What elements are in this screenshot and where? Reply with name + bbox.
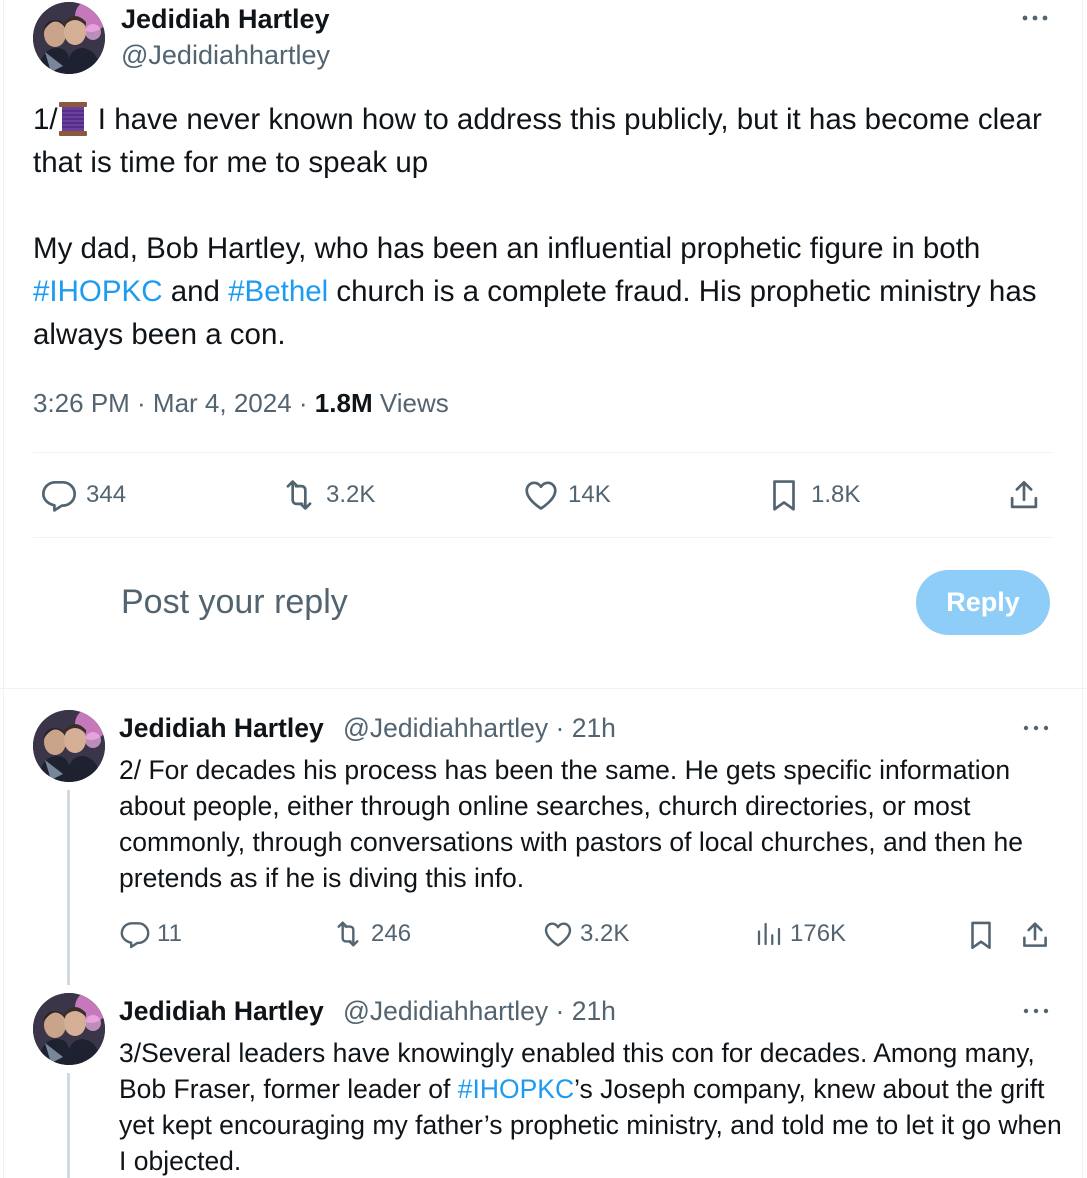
author-name[interactable]: Jedidiah Hartley: [119, 996, 324, 1027]
like-button[interactable]: 3.2K: [542, 918, 629, 950]
divider: [33, 452, 1053, 453]
repost-arrows-icon: [286, 480, 312, 510]
thread-connector-line: [67, 1073, 70, 1178]
post-time: · 21h: [548, 996, 616, 1026]
share-button[interactable]: [1005, 476, 1043, 514]
bookmark-icon: [971, 921, 991, 950]
heart-icon: [544, 922, 572, 947]
hashtag-link[interactable]: #IHOPKC: [458, 1074, 574, 1104]
repost-button[interactable]: 246: [331, 918, 411, 950]
avatar-photo: [33, 993, 105, 1065]
speech-bubble-icon: [120, 922, 150, 949]
tweet-text: 1/ I have never known how to address thi…: [33, 98, 1043, 356]
tweet-text-part: and: [162, 275, 229, 308]
bookmark-button[interactable]: [964, 918, 998, 952]
like-count: 3.2K: [580, 920, 630, 947]
hashtag-link[interactable]: #IHOPKC: [33, 275, 163, 308]
reply-input[interactable]: Post your reply: [121, 583, 348, 622]
avatar[interactable]: [33, 710, 105, 782]
reply-button[interactable]: 11: [119, 918, 182, 950]
views-count: 1.8M: [314, 388, 373, 418]
avatar-photo: [33, 2, 105, 74]
section-divider: [0, 688, 1087, 689]
views-button[interactable]: 176K: [754, 918, 846, 950]
share-upload-icon: [1023, 922, 1047, 947]
share-upload-icon: [1010, 480, 1038, 509]
more-options-icon[interactable]: [1022, 719, 1050, 737]
views-count: 176K: [790, 920, 847, 947]
bookmark-button[interactable]: 1.8K: [765, 476, 860, 514]
post-text: 2/ For decades his process has been the …: [119, 755, 1023, 893]
author-handle-and-time[interactable]: @Jedidiahhartley · 21h: [343, 996, 616, 1027]
tweet-text-line1: I have never known how to address this p…: [33, 103, 1042, 179]
avatar[interactable]: [33, 993, 105, 1065]
reply-count: 344: [86, 481, 127, 508]
speech-bubble-icon: [41, 480, 77, 512]
reply-submit-button[interactable]: Reply: [916, 570, 1050, 635]
more-options-icon[interactable]: [1020, 8, 1050, 28]
repost-arrows-icon: [337, 921, 359, 947]
views-label: Views: [372, 388, 449, 418]
tweet-timestamp[interactable]: 3:26 PM · Mar 4, 2024 ·: [33, 388, 315, 418]
tweet-meta: 3:26 PM · Mar 4, 2024 · 1.8M Views: [33, 388, 449, 419]
avatar[interactable]: [33, 2, 105, 74]
repost-button[interactable]: 3.2K: [280, 476, 375, 514]
post-time: · 21h: [548, 713, 616, 743]
bookmark-count: 1.8K: [811, 481, 861, 508]
tweet-text-part: My dad, Bob Hartley, who has been an inf…: [33, 232, 981, 265]
author-handle: @Jedidiahhartley: [343, 996, 549, 1026]
reply-button[interactable]: 344: [40, 476, 126, 514]
divider: [33, 537, 1053, 538]
like-button[interactable]: 14K: [522, 476, 611, 514]
repost-count: 246: [371, 920, 412, 947]
thread-number: 1/: [33, 103, 58, 136]
share-button[interactable]: [1018, 918, 1052, 952]
bar-chart-icon: [757, 922, 781, 946]
author-handle: @Jedidiahhartley: [343, 713, 549, 743]
heart-icon: [525, 481, 557, 510]
avatar-photo: [33, 710, 105, 782]
author-name[interactable]: Jedidiah Hartley: [119, 713, 324, 744]
repost-count: 3.2K: [326, 481, 376, 508]
reply-count: 11: [157, 920, 182, 947]
hashtag-link[interactable]: #Bethel: [228, 275, 328, 308]
author-handle-and-time[interactable]: @Jedidiahhartley · 21h: [343, 713, 616, 744]
bookmark-icon: [773, 480, 795, 511]
thread-connector-line: [67, 790, 70, 985]
author-handle[interactable]: @Jedidiahhartley: [121, 40, 330, 71]
spool-of-thread-emoji: [58, 101, 88, 137]
post-text: 3/Several leaders have knowingly enabled…: [119, 1035, 1064, 1178]
like-count: 14K: [568, 481, 611, 508]
author-name[interactable]: Jedidiah Hartley: [121, 4, 330, 35]
more-options-icon[interactable]: [1022, 1002, 1050, 1020]
